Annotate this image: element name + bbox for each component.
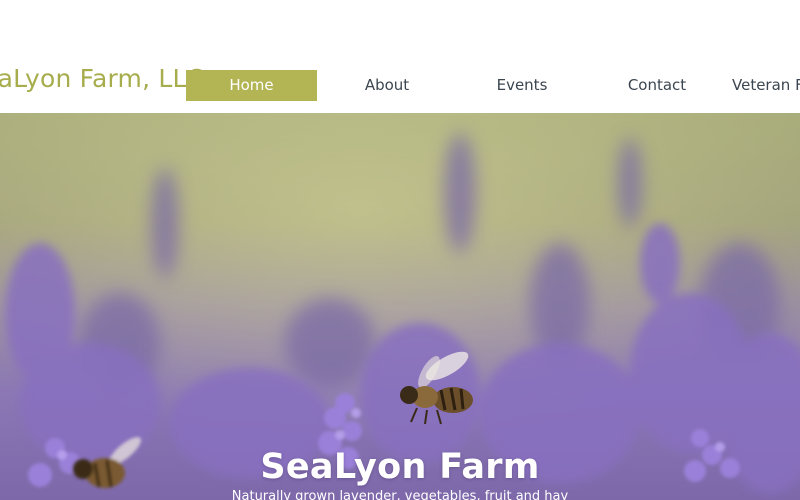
hero-title: SeaLyon Farm [260,447,540,487]
nav-item-veteran-farmer[interactable]: Veteran Farmer [732,70,800,101]
hero-banner: SeaLyon Farm Naturally grown lavender, v… [0,113,800,500]
lavender-bee-image [0,113,800,500]
site-title[interactable]: SeaLyon Farm, LLC [0,64,204,93]
nav-item-about[interactable]: About [322,70,452,101]
hero-subtitle: Naturally grown lavender, vegetables, fr… [231,489,569,500]
nav-item-events[interactable]: Events [457,70,587,101]
nav-item-home[interactable]: Home [186,70,317,101]
site-header: SeaLyon Farm, LLC Home About Events Cont… [0,0,800,113]
page: SeaLyon Farm, LLC Home About Events Cont… [0,0,800,500]
nav-item-contact[interactable]: Contact [592,70,722,101]
